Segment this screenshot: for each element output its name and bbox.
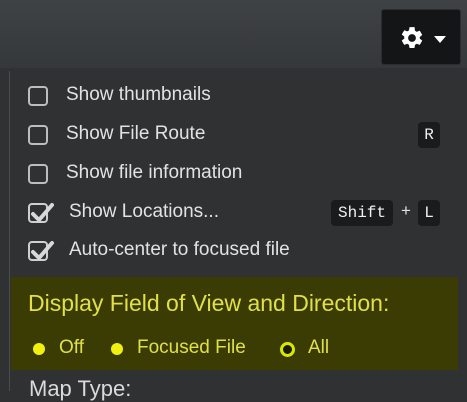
settings-dropdown-panel: Show thumbnails Show File Route R Show f… xyxy=(9,71,467,401)
option-label: Show Locations... xyxy=(69,201,219,222)
radio-focused-file[interactable] xyxy=(111,343,123,355)
radio-off[interactable] xyxy=(33,343,45,355)
caret-down-icon xyxy=(434,36,446,43)
show-file-route-checkbox[interactable] xyxy=(28,125,48,145)
show-thumbnails-checkbox[interactable] xyxy=(28,86,48,106)
option-label: Show thumbnails xyxy=(66,84,211,105)
option-label: Show file information xyxy=(66,162,243,183)
auto-center-checkbox[interactable] xyxy=(28,241,54,261)
checkmark-icon xyxy=(31,241,54,260)
settings-dropdown-button[interactable] xyxy=(381,9,461,65)
shortcut-joiner: + xyxy=(401,201,411,220)
show-file-information-checkbox[interactable] xyxy=(28,164,48,184)
option-show-file-information[interactable]: Show file information xyxy=(10,157,467,193)
shortcut-key: L xyxy=(418,200,440,226)
option-label: Auto-center to focused file xyxy=(69,239,290,260)
radio-all[interactable] xyxy=(280,342,295,357)
option-show-file-route[interactable]: Show File Route R xyxy=(10,118,467,154)
map-type-label: Map Type: xyxy=(29,376,132,401)
radio-focused-file-label[interactable]: Focused File xyxy=(137,337,246,359)
top-toolbar xyxy=(0,0,467,68)
option-show-locations[interactable]: Show Locations... Shift + L xyxy=(10,196,467,232)
shortcut-key: Shift xyxy=(331,200,393,226)
option-label: Show File Route xyxy=(66,123,206,144)
checkmark-icon xyxy=(31,203,54,222)
fov-section: Display Field of View and Direction: Off… xyxy=(11,277,458,370)
gear-icon xyxy=(401,27,423,48)
fov-title: Display Field of View and Direction: xyxy=(28,290,390,316)
option-auto-center[interactable]: Auto-center to focused file xyxy=(10,234,467,270)
radio-off-label[interactable]: Off xyxy=(59,337,84,359)
show-locations-checkbox[interactable] xyxy=(28,203,54,223)
option-show-thumbnails[interactable]: Show thumbnails xyxy=(10,79,467,115)
radio-all-label[interactable]: All xyxy=(308,337,329,359)
shortcut-key: R xyxy=(418,122,440,148)
